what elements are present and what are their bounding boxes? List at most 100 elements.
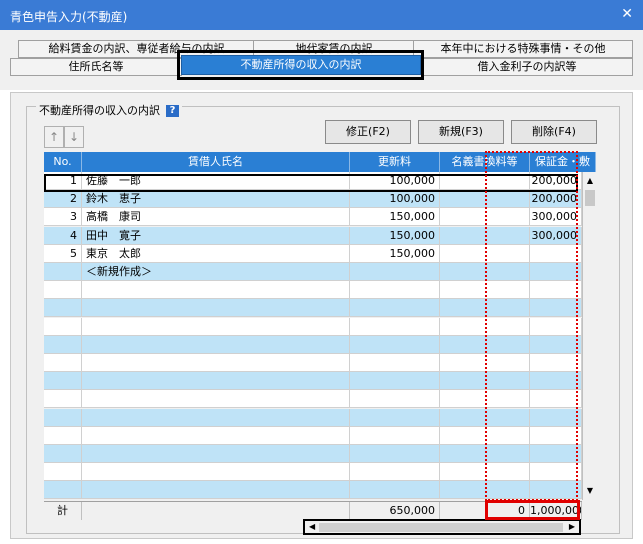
table-row[interactable]: 3 高橋 康司 150,000 300,000 (44, 208, 582, 227)
cell-tenant-name (82, 445, 350, 463)
totals-label: 計 (44, 502, 82, 520)
scroll-thumb[interactable] (585, 190, 595, 206)
cell-tenant-name (82, 463, 350, 482)
cell-deposit: 200,000 (530, 172, 582, 190)
cell-transfer-fee (440, 481, 530, 500)
cell-deposit (530, 281, 582, 300)
cell-transfer-fee (440, 226, 530, 245)
cell-transfer-fee (440, 208, 530, 227)
close-icon[interactable]: ✕ (621, 6, 633, 22)
col-header-transfer-fee[interactable]: 名義書換料等 (440, 152, 530, 172)
cell-tenant-name (82, 408, 350, 427)
cell-no: 3 (44, 208, 82, 227)
cell-tenant-name: 東京 太郎 (82, 244, 350, 263)
tab-special-circumstances[interactable]: 本年中における特殊事情・その他 (413, 40, 633, 58)
scroll-left-icon[interactable]: ◀ (309, 522, 315, 531)
table-row[interactable] (44, 426, 582, 445)
scroll-down-icon[interactable]: ▼ (583, 484, 597, 498)
col-header-no[interactable]: No. (44, 152, 82, 172)
table-row[interactable]: 2 鈴木 恵子 100,000 200,000 (44, 190, 582, 209)
cell-transfer-fee (440, 408, 530, 427)
cell-no: 4 (44, 226, 82, 245)
scroll-up-icon[interactable]: ▲ (583, 174, 597, 188)
help-icon[interactable]: ? (166, 105, 179, 117)
table-row[interactable] (44, 335, 582, 354)
cell-tenant-name (82, 317, 350, 336)
cell-deposit (530, 445, 582, 463)
cell-no (44, 390, 82, 409)
cell-deposit (530, 299, 582, 318)
cell-no (44, 372, 82, 391)
cell-deposit: 300,000 (530, 226, 582, 245)
edit-button[interactable]: 修正(F2) (325, 120, 411, 144)
cell-transfer-fee (440, 445, 530, 463)
cell-no (44, 354, 82, 372)
table-row[interactable] (44, 317, 582, 336)
cell-no: 1 (44, 172, 82, 190)
cell-transfer-fee (440, 190, 530, 209)
cell-no (44, 263, 82, 281)
horizontal-scrollbar[interactable]: ◀ ▶ (303, 519, 581, 535)
table-row[interactable] (44, 390, 582, 409)
cell-tenant-name (82, 354, 350, 372)
table-row[interactable] (44, 281, 582, 300)
cell-tenant-name: 高橋 康司 (82, 208, 350, 227)
tab-loan-interest[interactable]: 借入金利子の内訳等 (421, 58, 633, 76)
cell-tenant-name: 田中 寛子 (82, 226, 350, 245)
col-header-deposit[interactable]: 保証金・敷金 (530, 152, 596, 188)
tab-address-name[interactable]: 住所氏名等 (10, 58, 182, 76)
vertical-scrollbar[interactable]: ▲ ▼ (582, 172, 597, 500)
cell-transfer-fee (440, 463, 530, 482)
cell-no: 2 (44, 190, 82, 209)
table-row[interactable] (44, 408, 582, 427)
table-row[interactable] (44, 463, 582, 482)
cell-deposit: 200,000 (530, 190, 582, 209)
cell-renewal-fee (350, 463, 440, 482)
cell-deposit (530, 354, 582, 372)
cell-deposit (530, 390, 582, 409)
cell-deposit (530, 335, 582, 354)
move-down-button[interactable]: ↓ (64, 126, 84, 148)
cell-renewal-fee (350, 372, 440, 391)
table-row[interactable]: 4 田中 寛子 150,000 300,000 (44, 226, 582, 245)
move-up-button[interactable]: ↑ (44, 126, 64, 148)
table-row[interactable] (44, 372, 582, 391)
table-row[interactable] (44, 481, 582, 500)
hscroll-thumb[interactable] (319, 523, 563, 532)
cell-renewal-fee (350, 335, 440, 354)
cell-transfer-fee (440, 390, 530, 409)
cell-no (44, 408, 82, 427)
section-title: 不動産所得の収入の内訳? (36, 102, 182, 118)
cell-renewal-fee (350, 299, 440, 318)
new-entry-row[interactable]: ＜新規作成＞ (44, 263, 582, 281)
cell-transfer-fee (440, 372, 530, 391)
table-row[interactable] (44, 445, 582, 463)
cell-renewal-fee (350, 317, 440, 336)
table-row[interactable]: 5 東京 太郎 150,000 (44, 244, 582, 263)
cell-renewal-fee (350, 481, 440, 500)
scroll-right-icon[interactable]: ▶ (569, 522, 575, 531)
cell-no (44, 299, 82, 318)
cell-transfer-fee (440, 426, 530, 445)
col-header-tenant-name[interactable]: 賃借人氏名 (82, 152, 350, 172)
table-row[interactable] (44, 299, 582, 318)
cell-renewal-fee: 150,000 (350, 226, 440, 245)
table-row[interactable] (44, 354, 582, 372)
cell-transfer-fee (440, 281, 530, 300)
cell-tenant-name (82, 281, 350, 300)
cell-deposit (530, 481, 582, 500)
cell-no (44, 426, 82, 445)
window-title: 青色申告入力(不動産) (10, 10, 128, 24)
table-row[interactable]: 1 佐藤 一郎 100,000 200,000 (44, 172, 582, 190)
delete-button[interactable]: 削除(F4) (511, 120, 597, 144)
cell-deposit (530, 426, 582, 445)
cell-renewal-fee: 100,000 (350, 172, 440, 190)
grid-body: 1 佐藤 一郎 100,000 200,000 2 鈴木 恵子 100,000 200,000… (44, 172, 582, 500)
cell-deposit (530, 408, 582, 427)
col-header-renewal-fee[interactable]: 更新料 (350, 152, 440, 172)
cell-tenant-name: 佐藤 一郎 (82, 172, 350, 190)
cell-tenant-name: ＜新規作成＞ (82, 263, 350, 281)
total-renewal-fee: 650,000 (350, 502, 440, 520)
new-button[interactable]: 新規(F3) (418, 120, 504, 144)
cell-transfer-fee (440, 299, 530, 318)
